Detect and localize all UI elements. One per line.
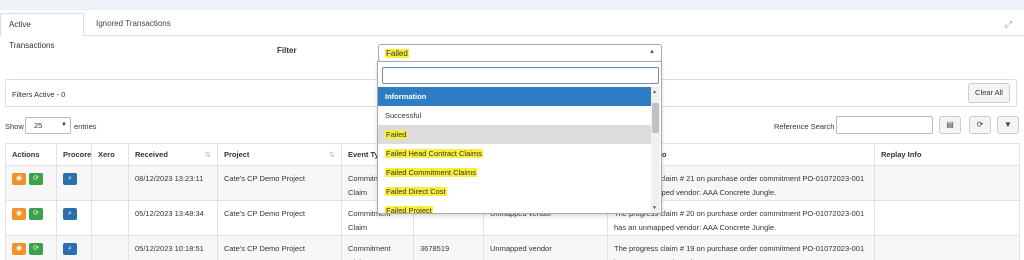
row-project: Cate's CP Demo Project xyxy=(217,235,342,260)
row-procore: ⌕ xyxy=(56,165,92,201)
filter-select[interactable]: Failed ▲ xyxy=(378,44,662,62)
scroll-down-icon[interactable]: ▼ xyxy=(652,205,657,211)
row-event-type: Commitment Claim xyxy=(341,235,414,260)
option-failed-direct-cost-label: Failed Direct Cost xyxy=(385,187,447,196)
filter-dropdown: Information Successful Failed Failed Hea… xyxy=(377,61,662,214)
option-failed-head-contract-claims-label: Failed Head Contract Claims xyxy=(385,149,483,158)
procore-search-button[interactable]: ⌕ xyxy=(63,173,77,186)
search-icon: ⌕ xyxy=(68,210,72,218)
reference-search-label: Reference Search xyxy=(774,122,835,131)
refresh-icon: ⟳ xyxy=(976,120,984,129)
option-failed-project[interactable]: Failed Project xyxy=(378,201,651,214)
clear-all-button[interactable]: Clear All xyxy=(968,83,1010,103)
dropdown-scrollbar[interactable]: ▲ ▼ xyxy=(651,87,660,213)
row-project: Cate's CP Demo Project xyxy=(217,200,342,236)
expand-icon[interactable]: ⤢ xyxy=(1005,19,1012,30)
eye-icon: ◉ xyxy=(15,245,23,253)
tab-ignored-transactions[interactable]: Ignored Transactions xyxy=(88,13,179,36)
view-button[interactable]: ◉ xyxy=(12,173,26,186)
tab-active-transactions[interactable]: Active Transactions xyxy=(0,13,84,50)
option-failed-head-contract-claims[interactable]: Failed Head Contract Claims xyxy=(378,144,651,163)
table-row[interactable]: ◉ ⟳ ⌕ 05/12/2023 10:18:51 Cate's CP Demo … xyxy=(5,235,1020,260)
filter-label: Filter xyxy=(277,46,297,55)
row-project: Cate's CP Demo Project xyxy=(217,165,342,201)
row-xero xyxy=(91,235,129,260)
eye-icon: ◉ xyxy=(15,175,23,183)
view-button[interactable]: ◉ xyxy=(12,208,26,221)
procore-search-button[interactable]: ⌕ xyxy=(63,208,77,221)
refresh-icon: ⟳ xyxy=(33,210,39,218)
row-actions: ◉ ⟳ xyxy=(5,200,57,236)
dropdown-search-input[interactable] xyxy=(382,67,659,84)
scroll-up-icon[interactable]: ▲ xyxy=(652,89,657,95)
option-failed[interactable]: Failed xyxy=(378,125,651,144)
col-replay-info[interactable]: Replay Info xyxy=(874,143,1020,166)
page-size-value: 25 xyxy=(34,121,43,130)
row-procore: ⌕ xyxy=(56,200,92,236)
option-information[interactable]: Information xyxy=(378,87,651,106)
file-icon: ▤ xyxy=(946,120,954,129)
col-actions[interactable]: Actions xyxy=(5,143,57,166)
row-actions: ◉ ⟳ xyxy=(5,235,57,260)
row-xero xyxy=(91,200,129,236)
caret-up-icon: ▲ xyxy=(649,49,655,55)
col-xero[interactable]: Xero xyxy=(91,143,129,166)
col-procore[interactable]: Procore xyxy=(56,143,92,166)
top-band xyxy=(0,0,1024,10)
replay-button[interactable]: ⟳ xyxy=(29,243,43,256)
tab-bar: Active Transactions Ignored Transactions… xyxy=(0,10,1024,50)
sort-icon: ⇅ xyxy=(204,150,211,159)
search-icon: ⌕ xyxy=(68,175,72,183)
eye-icon: ◉ xyxy=(15,210,23,218)
funnel-icon: ▼ xyxy=(1004,120,1012,129)
view-button[interactable]: ◉ xyxy=(12,243,26,256)
col-received-label: Received xyxy=(135,150,168,159)
option-failed-commitment-claims[interactable]: Failed Commitment Claims xyxy=(378,163,651,182)
row-received: 05/12/2023 10:18:51 xyxy=(128,235,218,260)
option-successful[interactable]: Successful xyxy=(378,106,651,125)
row-replay xyxy=(874,165,1020,201)
option-failed-project-label: Failed Project xyxy=(385,206,433,214)
row-received: 05/12/2023 13:48:34 xyxy=(128,200,218,236)
filters-active-text: Filters Active - 0 xyxy=(12,90,66,99)
show-label: Show xyxy=(5,122,24,131)
row-info: The progress claim # 19 on purchase orde… xyxy=(607,235,875,260)
row-reference: 3678519 xyxy=(413,235,484,260)
search-icon: ⌕ xyxy=(68,245,72,253)
replay-button[interactable]: ⟳ xyxy=(29,173,43,186)
row-status: Unmapped vendor xyxy=(483,235,608,260)
filter-selected-value: Failed xyxy=(385,49,409,58)
option-failed-direct-cost[interactable]: Failed Direct Cost xyxy=(378,182,651,201)
entries-label: entries xyxy=(74,122,97,131)
row-replay xyxy=(874,200,1020,236)
option-failed-label: Failed xyxy=(385,130,408,139)
col-project-label: Project xyxy=(224,150,250,159)
replay-button[interactable]: ⟳ xyxy=(29,208,43,221)
export-button[interactable]: ▤ xyxy=(939,116,961,134)
row-actions: ◉ ⟳ xyxy=(5,165,57,201)
refresh-icon: ⟳ xyxy=(33,245,39,253)
chevron-down-icon: ▼ xyxy=(61,122,67,128)
row-received: 08/12/2023 13:23:11 xyxy=(128,165,218,201)
page-size-select[interactable]: 25 ▼ xyxy=(25,117,71,134)
option-failed-commitment-claims-label: Failed Commitment Claims xyxy=(385,168,478,177)
row-replay xyxy=(874,235,1020,260)
row-procore: ⌕ xyxy=(56,235,92,260)
col-project[interactable]: Project ⇅ xyxy=(217,143,342,166)
dropdown-options: Information Successful Failed Failed Hea… xyxy=(378,87,651,214)
filter-button[interactable]: ▼ xyxy=(997,116,1019,134)
refresh-button[interactable]: ⟳ xyxy=(969,116,991,134)
scroll-thumb[interactable] xyxy=(652,103,659,133)
reference-search-input[interactable] xyxy=(836,116,933,134)
refresh-icon: ⟳ xyxy=(33,175,39,183)
row-xero xyxy=(91,165,129,201)
sort-icon: ⇅ xyxy=(328,150,335,159)
col-received[interactable]: Received ⇅ xyxy=(128,143,218,166)
procore-search-button[interactable]: ⌕ xyxy=(63,243,77,256)
